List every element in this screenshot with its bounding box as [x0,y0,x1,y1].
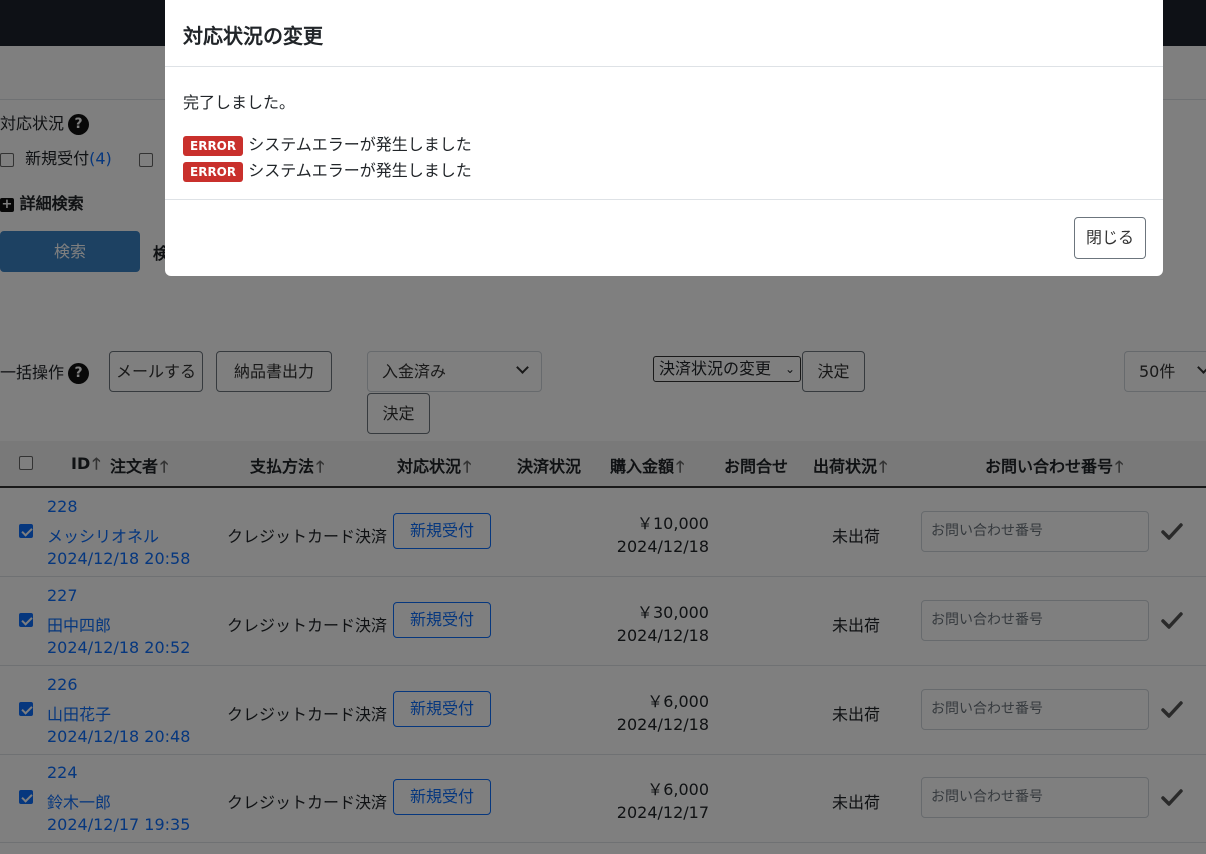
modal-header: 対応状況の変更 [165,0,1163,67]
close-button[interactable]: 閉じる [1074,217,1146,259]
error-badge: ERROR [183,135,244,156]
error-line: ERROR システムエラーが発生しました [183,157,472,182]
modal-message: 完了しました。 [183,93,296,112]
error-badge: ERROR [183,161,244,182]
modal-title: 対応状況の変更 [183,24,323,48]
error-line: ERROR システムエラーが発生しました [183,131,472,156]
modal-footer: 閉じる [165,199,1163,276]
status-change-modal: 対応状況の変更 完了しました。 ERROR システムエラーが発生しました ERR… [165,0,1163,276]
